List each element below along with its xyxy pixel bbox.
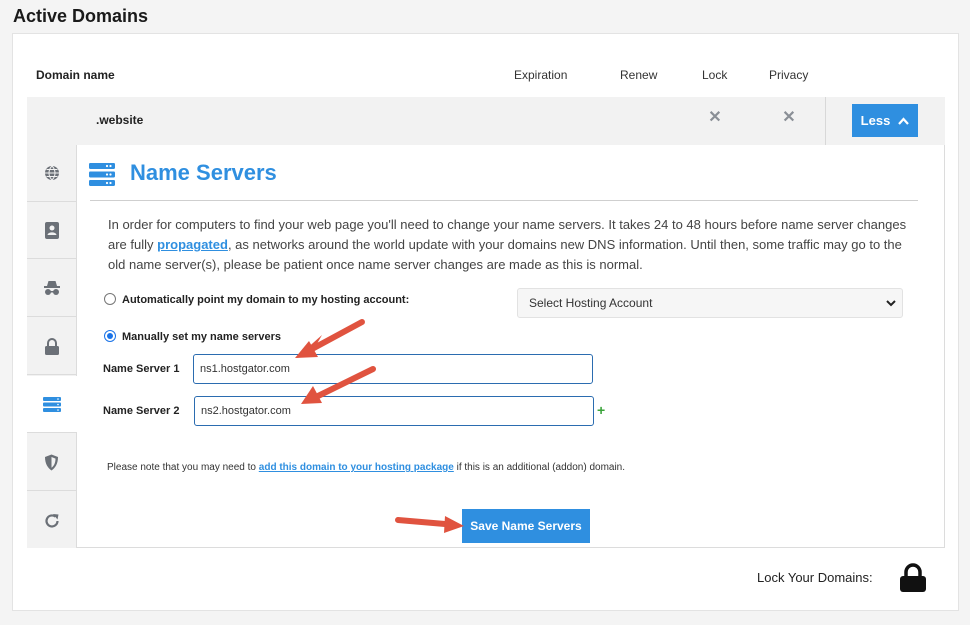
privacy-status-x-icon: ✕	[782, 109, 796, 126]
chevron-up-icon	[898, 116, 910, 125]
lock-domains-label: Lock Your Domains:	[757, 570, 873, 585]
name-server-2-value: ns2.hostgator.com	[201, 405, 291, 417]
row-divider	[825, 97, 826, 145]
auto-point-radio[interactable]	[104, 293, 116, 305]
header-lock: Lock	[702, 68, 728, 82]
shield-icon	[45, 454, 58, 470]
name-server-2-input[interactable]: ns2.hostgator.com	[194, 396, 594, 426]
refresh-icon	[44, 513, 59, 527]
title-divider	[90, 200, 918, 201]
incognito-icon	[43, 281, 60, 295]
domain-row	[27, 97, 945, 145]
lock-status-x-icon: ✕	[708, 109, 722, 126]
name-server-1-input[interactable]: ns1.hostgator.com	[193, 354, 593, 384]
lock-domains-icon[interactable]	[900, 563, 926, 592]
less-label: Less	[860, 113, 891, 128]
name-server-1-value: ns1.hostgator.com	[200, 363, 290, 375]
save-name-servers-button[interactable]: Save Name Servers	[462, 509, 590, 543]
side-tab-bar	[27, 145, 77, 548]
auto-point-label: Automatically point my domain to my host…	[122, 294, 410, 306]
name-server-1-label: Name Server 1	[103, 363, 180, 375]
chevron-down-icon	[886, 300, 896, 307]
server-icon	[89, 163, 115, 186]
side-tab-renew[interactable]	[27, 492, 76, 549]
hosting-account-value: Select Hosting Account	[529, 296, 653, 310]
header-expiration: Expiration	[514, 68, 568, 82]
name-server-2-label: Name Server 2	[103, 405, 180, 417]
side-tab-security[interactable]	[27, 434, 76, 491]
propagated-link[interactable]: propagated	[157, 237, 228, 252]
note-before: Please note that you may need to	[107, 462, 259, 473]
manual-ns-radio[interactable]	[104, 330, 116, 342]
hosting-note: Please note that you may need to add thi…	[107, 462, 625, 473]
side-tab-lock[interactable]	[27, 318, 76, 375]
header-domain-name: Domain name	[36, 68, 115, 82]
globe-icon	[44, 165, 59, 181]
header-renew: Renew	[620, 68, 658, 82]
add-name-server-icon[interactable]: +	[597, 402, 605, 418]
add-domain-link[interactable]: add this domain to your hosting package	[259, 462, 454, 473]
note-after: if this is an additional (addon) domain.	[453, 462, 626, 473]
side-tab-privacy[interactable]	[27, 260, 76, 317]
header-privacy: Privacy	[769, 68, 809, 82]
server-icon	[43, 396, 61, 412]
side-tab-globe[interactable]	[27, 145, 76, 202]
side-tab-contacts[interactable]	[27, 202, 76, 259]
intro-text: In order for computers to find your web …	[108, 215, 908, 275]
name-servers-panel	[27, 145, 945, 548]
hosting-account-select[interactable]: Select Hosting Account	[517, 288, 903, 318]
name-servers-title: Name Servers	[130, 160, 277, 185]
manual-ns-label: Manually set my name servers	[122, 331, 281, 343]
intro-after: , as networks around the world update wi…	[108, 237, 902, 272]
contact-card-icon	[44, 221, 59, 239]
domain-name: .website	[96, 113, 144, 127]
page-title: Active Domains	[13, 6, 149, 26]
side-tab-name-servers[interactable]	[27, 376, 77, 433]
less-toggle-button[interactable]: Less	[852, 104, 918, 137]
lock-icon	[44, 337, 59, 355]
